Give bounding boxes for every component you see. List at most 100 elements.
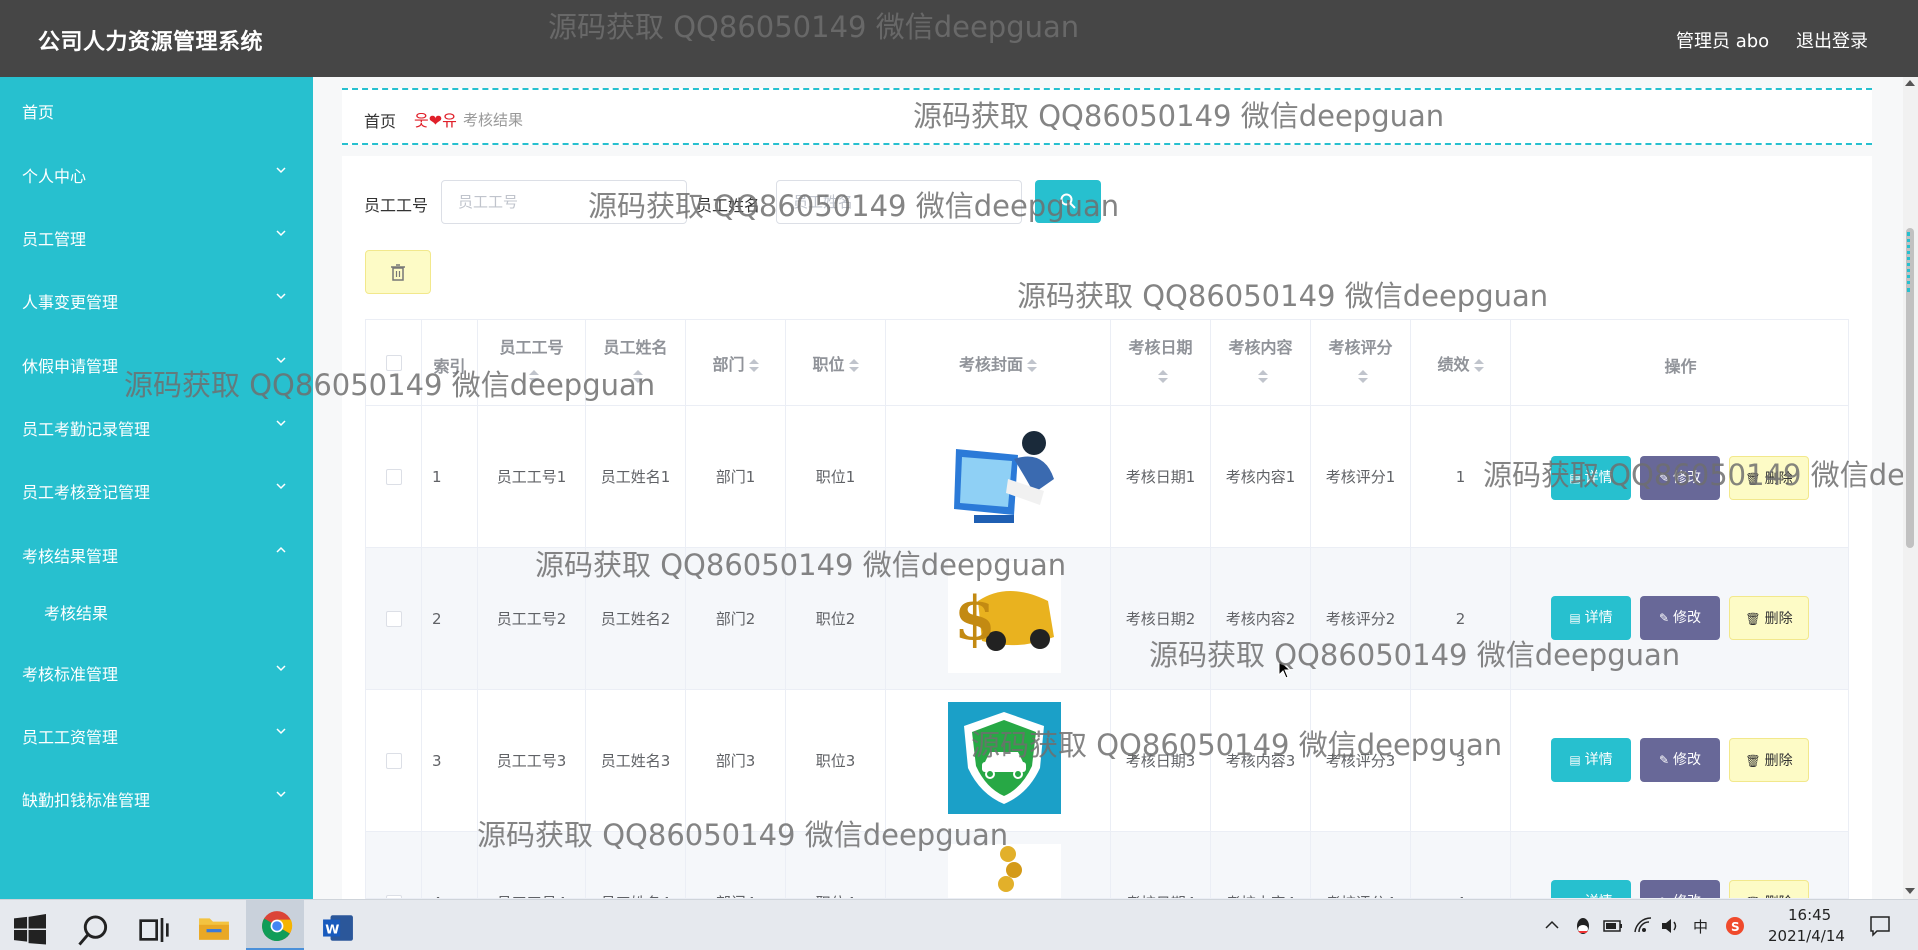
watermark: 源码获取 QQ86050149 微信deepguan	[588, 189, 1120, 223]
delete-button[interactable]: 🗑删除	[1729, 596, 1809, 640]
sidebar-item-label: 考核标准管理	[22, 665, 119, 684]
chrome-icon[interactable]	[261, 910, 293, 942]
cell-index: 1	[422, 406, 478, 548]
cell-ops: ▤详情 ✎修改 🗑删除	[1511, 690, 1848, 832]
chevron-down-icon	[276, 728, 286, 735]
edit-icon: ✎	[1659, 880, 1669, 898]
windows-start-icon[interactable]	[14, 914, 46, 946]
sidebar-item-assessment-standard[interactable]: 考核标准管理	[0, 649, 313, 693]
sidebar-item-assessment-result-mgmt[interactable]: 考核结果管理	[0, 531, 313, 575]
sidebar: 首页 个人中心 员工管理 人事变更管理 休假申请管理 员工考勤记录管理 员工考核…	[0, 77, 313, 899]
header-emp-name-label: 员工姓名	[603, 338, 668, 357]
notification-icon[interactable]	[1869, 915, 1891, 937]
cell-select	[366, 548, 422, 690]
scroll-indicator	[1907, 232, 1913, 292]
header-position-label: 职位	[812, 355, 845, 374]
volume-icon[interactable]	[1660, 917, 1680, 935]
sidebar-item-label: 人事变更管理	[22, 293, 119, 312]
sort-icon[interactable]	[1473, 358, 1484, 373]
file-explorer-icon[interactable]	[198, 912, 230, 944]
header-dept[interactable]: 部门	[686, 320, 786, 406]
sidebar-item-assessment-register[interactable]: 员工考核登记管理	[0, 467, 313, 511]
chevron-up-icon[interactable]	[1545, 920, 1559, 930]
sort-icon[interactable]	[748, 358, 759, 373]
chevron-down-icon	[276, 791, 286, 798]
clock-date[interactable]: 2021/4/14	[1768, 927, 1845, 945]
sort-icon[interactable]	[848, 358, 859, 373]
header-cover[interactable]: 考核封面	[886, 320, 1111, 406]
cell-date: 考核日期4	[1111, 832, 1211, 898]
sidebar-item-attendance[interactable]: 员工考勤记录管理	[0, 404, 313, 448]
detail-button[interactable]: ▤详情	[1551, 880, 1631, 898]
delete-button[interactable]: 🗑删除	[1729, 738, 1809, 782]
cell-performance: 4	[1411, 832, 1511, 898]
chevron-down-icon	[276, 293, 286, 300]
sort-icon[interactable]	[1157, 369, 1168, 384]
app-title: 公司人力资源管理系统	[38, 30, 264, 55]
cell-ops: ▤详情 ✎修改 🗑删除	[1511, 832, 1848, 898]
watermark: 源码获取 QQ86050149 微信deepguan	[535, 548, 1067, 582]
sidebar-item-label: 缺勤扣钱标准管理	[22, 791, 151, 810]
header-date[interactable]: 考核日期	[1111, 320, 1211, 406]
cell-content: 考核内容1	[1211, 406, 1311, 548]
sort-icon[interactable]	[1257, 369, 1268, 384]
chevron-down-icon	[276, 483, 286, 490]
detail-button[interactable]: ▤详情	[1551, 738, 1631, 782]
row-checkbox[interactable]	[386, 611, 402, 627]
sidebar-item-hr-change[interactable]: 人事变更管理	[0, 277, 313, 321]
sidebar-item-label: 员工考勤记录管理	[22, 420, 151, 439]
header-position[interactable]: 职位	[786, 320, 886, 406]
row-checkbox[interactable]	[386, 469, 402, 485]
delete-button[interactable]: 🗑删除	[1729, 880, 1809, 898]
cell-score: 考核评分4	[1311, 832, 1411, 898]
edit-button[interactable]: ✎修改	[1640, 880, 1720, 898]
watermark: 源码获取 QQ86050149 微信deepguan	[913, 99, 1445, 133]
watermark: 源码获取 QQ86050149 微信deepguan	[477, 818, 1009, 852]
trash-icon: 🗑	[1745, 881, 1760, 898]
watermark: 源码获取 QQ86050149 微信deepguan	[1149, 638, 1681, 672]
sidebar-item-absence-deduction[interactable]: 缺勤扣钱标准管理	[0, 775, 313, 819]
sidebar-item-label: 考核结果	[44, 604, 109, 623]
sort-icon[interactable]	[1357, 369, 1368, 384]
scroll-down-icon[interactable]	[1905, 888, 1915, 894]
cell-index: 4	[422, 832, 478, 898]
logout-link[interactable]: 退出登录	[1796, 27, 1868, 53]
sidebar-item-assessment-result[interactable]: 考核结果	[0, 588, 313, 632]
sidebar-item-home[interactable]: 首页	[0, 87, 313, 131]
clock-time[interactable]: 16:45	[1788, 906, 1831, 924]
sidebar-item-salary[interactable]: 员工工资管理	[0, 712, 313, 756]
sidebar-item-employee[interactable]: 员工管理	[0, 214, 313, 258]
cell-emp-no: 员工工号3	[478, 690, 586, 832]
breadcrumb-home[interactable]: 首页	[364, 108, 396, 132]
cell-position: 职位1	[786, 406, 886, 548]
svg-text:W: W	[325, 922, 339, 937]
ime-indicator[interactable]: 中	[1693, 916, 1708, 937]
wifi-icon[interactable]	[1633, 916, 1653, 934]
header-ops: 操作	[1511, 320, 1848, 406]
row-checkbox[interactable]	[386, 753, 402, 769]
qq-icon[interactable]	[1574, 917, 1592, 935]
task-view-icon[interactable]	[138, 914, 170, 946]
watermark: 源码获取 QQ86050149 微信deepguan	[971, 728, 1503, 762]
sidebar-item-label: 员工考核登记管理	[22, 483, 151, 502]
header-content[interactable]: 考核内容	[1211, 320, 1311, 406]
trash-icon	[391, 264, 405, 281]
header-performance[interactable]: 绩效	[1411, 320, 1511, 406]
windows-taskbar: W 中 S 16:45 2021/4/14	[0, 899, 1918, 950]
emp-no-label: 员工工号	[364, 196, 429, 215]
search-icon[interactable]	[78, 914, 110, 946]
scroll-up-icon[interactable]	[1905, 80, 1915, 86]
header-emp-no-label: 员工工号	[499, 338, 564, 357]
sogou-ime-icon[interactable]: S	[1725, 916, 1745, 936]
batch-delete-button[interactable]	[365, 250, 431, 294]
word-icon[interactable]: W	[322, 912, 354, 944]
sidebar-item-personal-center[interactable]: 个人中心	[0, 151, 313, 195]
header-score[interactable]: 考核评分	[1311, 320, 1411, 406]
chevron-down-icon	[276, 167, 286, 174]
cell-emp-name: 员工姓名1	[586, 406, 686, 548]
cover-image-computer-user[interactable]	[948, 419, 1061, 531]
header-dept-label: 部门	[712, 355, 745, 374]
edit-button[interactable]: ✎修改	[1640, 738, 1720, 782]
breadcrumb-separator: 웃❤유	[414, 111, 457, 130]
sort-icon[interactable]	[1027, 358, 1037, 373]
